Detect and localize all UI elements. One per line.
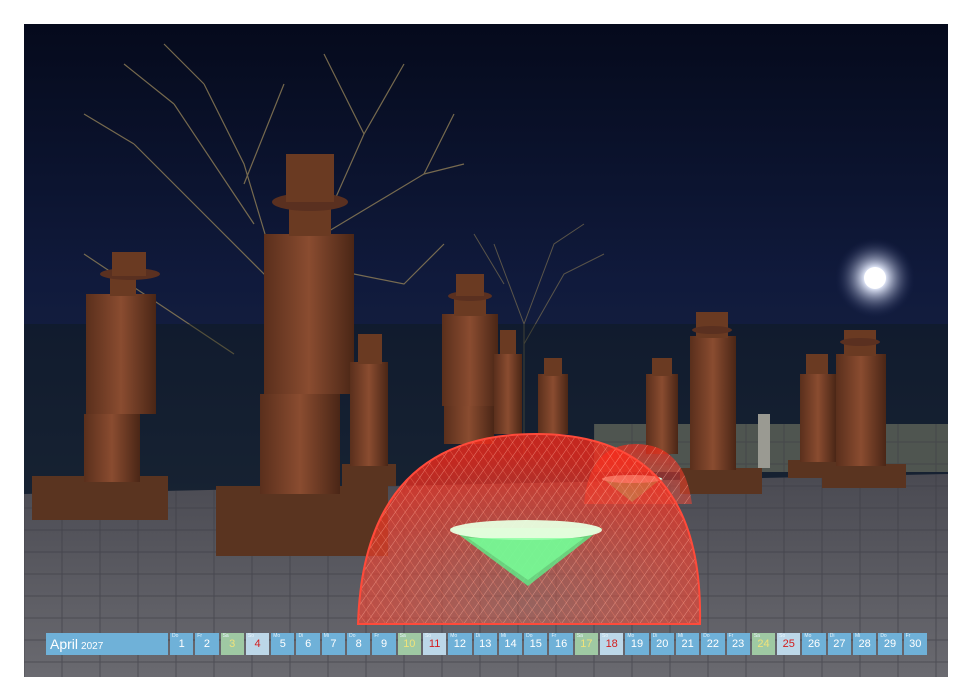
calendar-month-bar: April 2027 Do 1 Fr 2 Sa 3 So 4 Mo 5 Di 6 Mi 7 Do 8 Fr 9 Sa… xyxy=(46,633,927,655)
day-number: 12 xyxy=(453,638,467,650)
day-cell: Fr 2 xyxy=(195,633,219,655)
day-cell: Sa 10 xyxy=(397,633,421,655)
day-cell: So 4 xyxy=(245,633,270,655)
day-number: 7 xyxy=(330,638,337,650)
day-number: 3 xyxy=(229,638,236,650)
day-cell: Mo 5 xyxy=(271,633,295,655)
day-number: 4 xyxy=(254,638,261,650)
day-cell: Fr 23 xyxy=(726,633,750,655)
day-cell: Sa 24 xyxy=(751,633,776,655)
day-cell: Sa 17 xyxy=(574,633,599,655)
day-number: 15 xyxy=(529,638,542,650)
day-cell: Di 13 xyxy=(473,633,497,655)
night-sculpture-scene xyxy=(24,24,948,677)
day-cell: So 25 xyxy=(777,633,801,655)
day-cell: Mi 28 xyxy=(853,633,877,655)
day-cell: Mo 26 xyxy=(802,633,826,655)
day-cell: So 11 xyxy=(422,633,447,655)
day-number: 5 xyxy=(279,638,286,650)
day-number: 27 xyxy=(833,638,846,650)
day-number: 8 xyxy=(355,638,362,650)
day-number: 21 xyxy=(681,638,694,650)
day-cells: Do 1 Fr 2 Sa 3 So 4 Mo 5 Di 6 Mi 7 Do 8 Fr 9 Sa 10 So 11 Mo 12 D… xyxy=(170,633,927,655)
month-name: April xyxy=(50,636,79,652)
day-number: 30 xyxy=(909,638,922,650)
day-number: 10 xyxy=(403,638,416,650)
day-cell: Do 8 xyxy=(347,633,371,655)
day-cell: Mi 21 xyxy=(675,633,700,655)
day-number: 13 xyxy=(479,638,492,650)
day-number: 29 xyxy=(883,638,897,650)
day-number: 18 xyxy=(605,638,618,650)
year-label: 2027 xyxy=(81,641,104,652)
day-number: 25 xyxy=(782,638,795,650)
day-cell: So 18 xyxy=(600,633,624,655)
calendar-photo xyxy=(24,24,948,677)
day-cell: Di 6 xyxy=(296,633,320,655)
month-label: April 2027 xyxy=(46,633,168,655)
day-cell: Mi 14 xyxy=(498,633,523,655)
day-number: 20 xyxy=(656,638,669,650)
day-number: 22 xyxy=(706,638,719,650)
day-number: 6 xyxy=(305,638,312,650)
day-number: 26 xyxy=(807,638,821,650)
day-number: 1 xyxy=(178,638,185,650)
day-cell: Sa 3 xyxy=(220,633,244,655)
day-cell: Fr 16 xyxy=(549,633,573,655)
day-cell: Mo 12 xyxy=(448,633,472,655)
day-cell: Do 29 xyxy=(878,633,902,655)
day-cell: Fr 9 xyxy=(372,633,396,655)
day-number: 17 xyxy=(580,638,593,650)
day-number: 14 xyxy=(504,638,517,650)
day-number: 28 xyxy=(858,638,871,650)
day-cell: Mo 19 xyxy=(625,633,649,655)
day-number: 24 xyxy=(757,638,770,650)
day-cell: Di 27 xyxy=(827,633,852,655)
day-number: 23 xyxy=(732,638,745,650)
day-number: 16 xyxy=(554,638,568,650)
day-cell: Do 22 xyxy=(701,633,725,655)
day-number: 19 xyxy=(630,638,644,650)
day-number: 2 xyxy=(203,638,210,650)
day-cell: Fr 30 xyxy=(903,633,927,655)
day-cell: Do 1 xyxy=(170,633,194,655)
day-number: 9 xyxy=(380,638,388,650)
day-number: 11 xyxy=(428,638,441,650)
day-cell: Mi 7 xyxy=(321,633,346,655)
day-cell: Di 20 xyxy=(650,633,674,655)
day-cell: Do 15 xyxy=(524,633,548,655)
